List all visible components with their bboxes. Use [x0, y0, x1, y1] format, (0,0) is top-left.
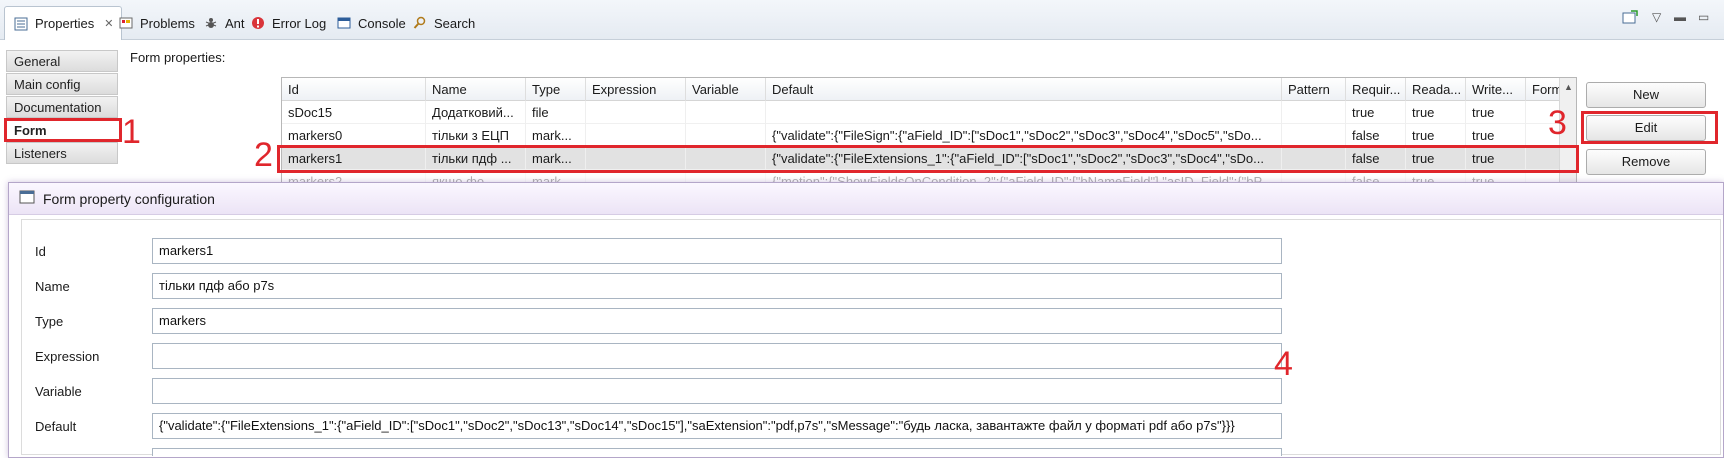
tab-label: Properties — [35, 16, 95, 31]
expression-label: Expression — [35, 349, 100, 364]
col-header-name[interactable]: Name — [426, 78, 526, 101]
form-properties-label: Form properties: — [130, 50, 226, 65]
properties-nav: General Main config Documentation Form L… — [0, 46, 118, 176]
remove-button[interactable]: Remove — [1586, 149, 1706, 175]
search-icon — [412, 15, 428, 31]
id-field[interactable]: markers1 — [152, 238, 1282, 264]
table-cell — [686, 124, 766, 147]
minimize-icon[interactable]: ▬ — [1674, 10, 1686, 24]
table-cell — [686, 101, 766, 124]
table-cell — [586, 124, 686, 147]
new-button[interactable]: New — [1586, 82, 1706, 108]
table-row[interactable]: sDoc15 Додатковий... file true true true — [282, 101, 1576, 124]
col-header-variable[interactable]: Variable — [686, 78, 766, 101]
tab-label: Search — [434, 15, 476, 31]
table-cell: mark... — [526, 124, 586, 147]
tab-label: Console — [358, 15, 406, 31]
table-cell: true — [1466, 101, 1526, 124]
col-header-writable[interactable]: Write... — [1466, 78, 1526, 101]
callout-box-form-tab — [4, 118, 122, 142]
col-header-pattern[interactable]: Pattern — [1282, 78, 1346, 101]
type-field[interactable]: markers — [152, 308, 1282, 334]
scroll-up-icon[interactable]: ▲ — [1564, 82, 1573, 92]
callout-number-4: 4 — [1274, 345, 1293, 383]
type-label: Type — [35, 314, 64, 329]
table-cell: sDoc15 — [282, 101, 426, 124]
dialog-form: Id markers1 Name тільки пдф або p7s Type… — [21, 219, 1721, 456]
col-header-id[interactable]: Id — [282, 78, 426, 101]
variable-field[interactable] — [152, 378, 1282, 404]
default-label: Default — [35, 419, 77, 434]
nav-listeners[interactable]: Listeners — [6, 142, 118, 164]
dialog-title: Form property configuration — [43, 190, 215, 207]
properties-icon — [13, 16, 29, 32]
col-header-readable[interactable]: Reada... — [1406, 78, 1466, 101]
col-header-default[interactable]: Default — [766, 78, 1282, 101]
pattern-field-partial[interactable] — [152, 448, 1282, 456]
maximize-icon[interactable]: ▭ — [1698, 10, 1709, 24]
tab-label: Ant — [225, 15, 245, 31]
view-tab-bar: Properties ✕ Problems Ant Error Log Cons… — [0, 0, 1724, 40]
table-cell: true — [1406, 124, 1466, 147]
ant-icon — [203, 15, 219, 31]
dialog-window-icon — [19, 190, 35, 207]
col-header-required[interactable]: Requir... — [1346, 78, 1406, 101]
table-cell: file — [526, 101, 586, 124]
tab-properties[interactable]: Properties ✕ — [4, 6, 123, 40]
table-cell: {"validate":{"FileSign":{"aField_ID":["s… — [766, 124, 1282, 147]
name-field[interactable]: тільки пдф або p7s — [152, 273, 1282, 299]
default-field[interactable]: {"validate":{"FileExtensions_1":{"aField… — [152, 413, 1282, 439]
table-cell: true — [1466, 124, 1526, 147]
id-label: Id — [35, 244, 46, 259]
col-header-type[interactable]: Type — [526, 78, 586, 101]
table-cell: false — [1346, 124, 1406, 147]
table-row[interactable]: markers0 тільки з ЕЦП mark... {"validate":{… — [282, 124, 1576, 147]
table-cell: true — [1406, 101, 1466, 124]
table-cell: Додатковий... — [426, 101, 526, 124]
callout-number-3: 3 — [1548, 104, 1567, 142]
tab-label: Problems — [140, 15, 195, 31]
tab-problems[interactable]: Problems — [118, 8, 195, 38]
problems-icon — [118, 15, 134, 31]
tab-ant[interactable]: Ant — [203, 8, 245, 38]
name-label: Name — [35, 279, 70, 294]
close-icon[interactable]: ✕ — [104, 17, 113, 30]
console-icon — [336, 15, 352, 31]
col-header-form[interactable]: Form — [1526, 78, 1561, 101]
variable-label: Variable — [35, 384, 82, 399]
callout-box-edit-button — [1581, 111, 1718, 144]
callout-number-2: 2 — [254, 136, 273, 174]
app-window: Properties ✕ Problems Ant Error Log Cons… — [0, 0, 1724, 458]
view-menu-icon[interactable]: ▽ — [1652, 10, 1661, 24]
tab-label: Error Log — [272, 15, 327, 31]
tab-error-log[interactable]: Error Log — [250, 8, 326, 38]
table-header: Id Name Type Expression Variable Default… — [282, 78, 1576, 101]
table-cell — [1282, 124, 1346, 147]
table-cell — [766, 101, 1282, 124]
nav-main-config[interactable]: Main config — [6, 73, 118, 95]
table-cell — [586, 101, 686, 124]
form-property-dialog: Form property configuration Id markers1 … — [8, 182, 1724, 458]
callout-number-1: 1 — [122, 113, 141, 151]
dialog-title-bar: Form property configuration — [9, 183, 1723, 215]
expression-field[interactable] — [152, 343, 1282, 369]
tab-search[interactable]: Search — [412, 8, 475, 38]
table-cell: markers0 — [282, 124, 426, 147]
open-console-icon[interactable] — [1622, 10, 1638, 27]
tab-console[interactable]: Console — [336, 8, 406, 38]
table-cell — [1282, 101, 1346, 124]
table-cell: true — [1346, 101, 1406, 124]
table-cell: тільки з ЕЦП — [426, 124, 526, 147]
nav-general[interactable]: General — [6, 50, 118, 72]
callout-box-selected-row — [277, 145, 1579, 173]
nav-documentation[interactable]: Documentation — [6, 96, 118, 118]
col-header-expression[interactable]: Expression — [586, 78, 686, 101]
error-log-icon — [250, 15, 266, 31]
